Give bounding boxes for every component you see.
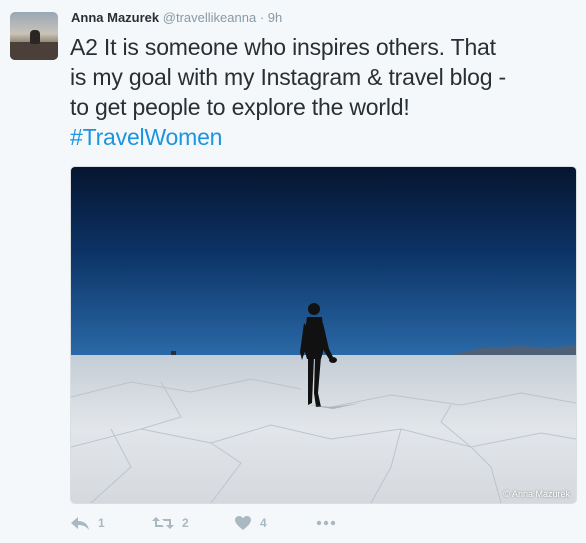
like-count: 4: [260, 516, 267, 530]
tweet: Anna Mazurek @travellikeanna · 9h A2 It …: [0, 0, 586, 543]
retweet-icon: [152, 515, 174, 531]
reply-button[interactable]: 1: [70, 512, 105, 534]
reply-count: 1: [98, 516, 105, 530]
tweet-text-line: A2 It is someone who inspires others. Th…: [70, 34, 496, 60]
header-separator: ·: [259, 10, 265, 25]
salt-flat-photo: [71, 167, 576, 503]
tweet-timestamp[interactable]: 9h: [268, 10, 282, 25]
heart-icon: [234, 515, 252, 531]
like-button[interactable]: 4: [234, 512, 267, 534]
retweet-button[interactable]: 2: [152, 512, 189, 534]
tweet-text-line: is my goal with my Instagram & travel bl…: [70, 64, 507, 90]
avatar[interactable]: [10, 12, 58, 60]
avatar-rock: [10, 42, 58, 60]
tweet-actions: 1 2 4: [70, 512, 580, 534]
author-handle[interactable]: @travellikeanna: [163, 10, 256, 25]
more-dots-icon: [316, 520, 336, 526]
avatar-person: [30, 30, 40, 44]
tweet-photo[interactable]: © Anna Mazurek: [70, 166, 577, 504]
photo-credit: © Anna Mazurek: [503, 489, 570, 499]
more-button[interactable]: [316, 512, 336, 534]
tweet-text-line: to get people to explore the world!: [70, 94, 410, 120]
tweet-text: A2 It is someone who inspires others. Th…: [70, 32, 580, 152]
hashtag-link[interactable]: #TravelWomen: [70, 124, 222, 150]
retweet-count: 2: [182, 516, 189, 530]
tweet-header: Anna Mazurek @travellikeanna · 9h: [71, 10, 282, 26]
reply-icon: [70, 515, 90, 531]
author-name[interactable]: Anna Mazurek: [71, 10, 159, 25]
